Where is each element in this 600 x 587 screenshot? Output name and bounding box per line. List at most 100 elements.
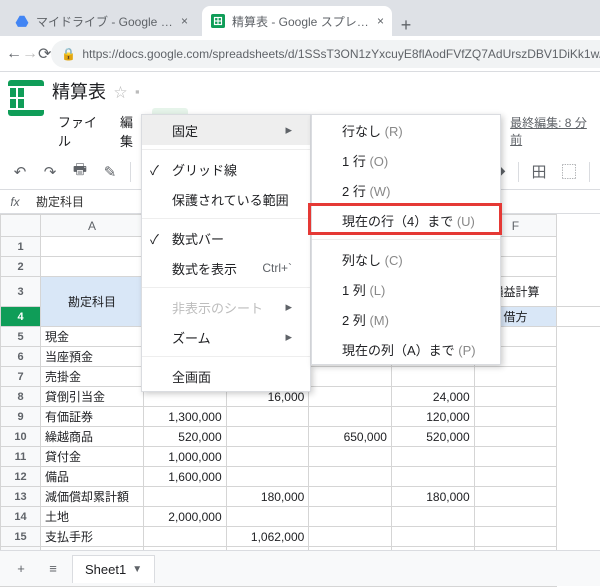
- cell[interactable]: 1,062,000: [226, 527, 309, 547]
- menu-item[interactable]: 1 列 (L): [312, 274, 500, 304]
- cell[interactable]: [309, 467, 392, 487]
- menu-item[interactable]: ✓グリッド線: [142, 154, 310, 184]
- cell[interactable]: 勘定科目: [41, 277, 144, 327]
- browser-tab[interactable]: マイドライブ - Google ドライブ ×: [6, 6, 196, 36]
- reload-button[interactable]: ⟳: [38, 44, 51, 64]
- row-header[interactable]: 13: [1, 487, 41, 507]
- cell[interactable]: 120,000: [391, 407, 474, 427]
- cell[interactable]: [474, 447, 557, 467]
- menu-item[interactable]: ✓数式バー: [142, 223, 310, 253]
- row-header[interactable]: 4: [1, 307, 41, 327]
- new-tab-button[interactable]: +: [392, 15, 420, 36]
- row-header[interactable]: 1: [1, 237, 41, 257]
- menu-item[interactable]: 固定▸: [142, 115, 310, 145]
- cell[interactable]: [474, 507, 557, 527]
- cell[interactable]: 現金: [41, 327, 144, 347]
- cell[interactable]: 520,000: [144, 427, 227, 447]
- cell[interactable]: 当座預金: [41, 347, 144, 367]
- row-header[interactable]: 2: [1, 257, 41, 277]
- row-header[interactable]: 3: [1, 277, 41, 307]
- cell[interactable]: [474, 387, 557, 407]
- cell[interactable]: [391, 527, 474, 547]
- forward-button[interactable]: →: [22, 45, 38, 63]
- menu-item[interactable]: 保護されている範囲: [142, 184, 310, 214]
- row-header[interactable]: 11: [1, 447, 41, 467]
- row-header[interactable]: 12: [1, 467, 41, 487]
- cell[interactable]: [226, 427, 309, 447]
- cell[interactable]: [391, 467, 474, 487]
- sheets-logo-icon[interactable]: [8, 80, 44, 116]
- print-button[interactable]: 🖶: [66, 159, 94, 185]
- cell[interactable]: 180,000: [391, 487, 474, 507]
- menu-item[interactable]: 現在の列（A）まで (P): [312, 334, 500, 364]
- back-button[interactable]: ←: [6, 45, 22, 63]
- cell[interactable]: 1,300,000: [144, 407, 227, 427]
- cell[interactable]: [474, 367, 557, 387]
- row-header[interactable]: 10: [1, 427, 41, 447]
- chevron-down-icon[interactable]: ▼: [132, 564, 142, 575]
- cell[interactable]: 繰越商品: [41, 427, 144, 447]
- star-icon[interactable]: ☆: [114, 82, 127, 101]
- cell[interactable]: 650,000: [309, 427, 392, 447]
- row-header[interactable]: 9: [1, 407, 41, 427]
- row-header[interactable]: 8: [1, 387, 41, 407]
- cell[interactable]: [41, 257, 144, 277]
- menu-item[interactable]: 列なし (C): [312, 244, 500, 274]
- cell[interactable]: [309, 387, 392, 407]
- undo-button[interactable]: ↶: [6, 159, 34, 185]
- browser-tab[interactable]: 精算表 - Google スプレッドシート ×: [202, 6, 392, 36]
- cell[interactable]: 1,000,000: [144, 447, 227, 467]
- cell[interactable]: 貸倒引当金: [41, 387, 144, 407]
- cell[interactable]: 支払手形: [41, 527, 144, 547]
- cell[interactable]: [391, 447, 474, 467]
- cell[interactable]: [309, 407, 392, 427]
- borders-button[interactable]: 田: [525, 159, 553, 185]
- cell[interactable]: 貸付金: [41, 447, 144, 467]
- menu-item[interactable]: 2 行 (W): [312, 175, 500, 205]
- cell[interactable]: [226, 467, 309, 487]
- menu-item[interactable]: 2 列 (M): [312, 304, 500, 334]
- cell[interactable]: [474, 407, 557, 427]
- cell[interactable]: [144, 527, 227, 547]
- redo-button[interactable]: ↷: [36, 159, 64, 185]
- cell[interactable]: [226, 507, 309, 527]
- cell[interactable]: [144, 487, 227, 507]
- cell[interactable]: 有価証券: [41, 407, 144, 427]
- cell[interactable]: [474, 427, 557, 447]
- row-header[interactable]: 14: [1, 507, 41, 527]
- cell[interactable]: [474, 487, 557, 507]
- cell[interactable]: [226, 447, 309, 467]
- cell[interactable]: 備品: [41, 467, 144, 487]
- menu-item[interactable]: ズーム▸: [142, 322, 310, 352]
- cell[interactable]: [474, 527, 557, 547]
- cell[interactable]: 180,000: [226, 487, 309, 507]
- menu-item[interactable]: 全画面: [142, 361, 310, 391]
- sheet-tab[interactable]: Sheet1 ▼: [72, 555, 155, 583]
- merge-button[interactable]: ⬚: [555, 159, 583, 185]
- cell[interactable]: [41, 237, 144, 257]
- cell[interactable]: [391, 367, 474, 387]
- menu-ファイル[interactable]: ファイル: [52, 108, 112, 154]
- cell[interactable]: [474, 467, 557, 487]
- cell[interactable]: 520,000: [391, 427, 474, 447]
- close-icon[interactable]: ×: [377, 14, 384, 28]
- cell[interactable]: [309, 367, 392, 387]
- cell[interactable]: 減価償却累計額: [41, 487, 144, 507]
- cell[interactable]: [309, 527, 392, 547]
- row-header[interactable]: 15: [1, 527, 41, 547]
- cell[interactable]: 売掛金: [41, 367, 144, 387]
- cell[interactable]: 1,600,000: [144, 467, 227, 487]
- cell[interactable]: [309, 507, 392, 527]
- cell[interactable]: [309, 487, 392, 507]
- url-input[interactable]: 🔒 https://docs.google.com/spreadsheets/d…: [51, 40, 600, 68]
- menu-item[interactable]: 現在の行（4）まで (U): [312, 205, 500, 235]
- cell[interactable]: [226, 407, 309, 427]
- cell[interactable]: 土地: [41, 507, 144, 527]
- folder-icon[interactable]: ▪: [135, 84, 140, 99]
- menu-item[interactable]: 1 行 (O): [312, 145, 500, 175]
- column-header[interactable]: A: [41, 215, 144, 237]
- add-sheet-button[interactable]: +: [8, 556, 34, 582]
- all-sheets-button[interactable]: ≡: [40, 556, 66, 582]
- paint-format-button[interactable]: ✎: [96, 159, 124, 185]
- cell[interactable]: [557, 307, 600, 327]
